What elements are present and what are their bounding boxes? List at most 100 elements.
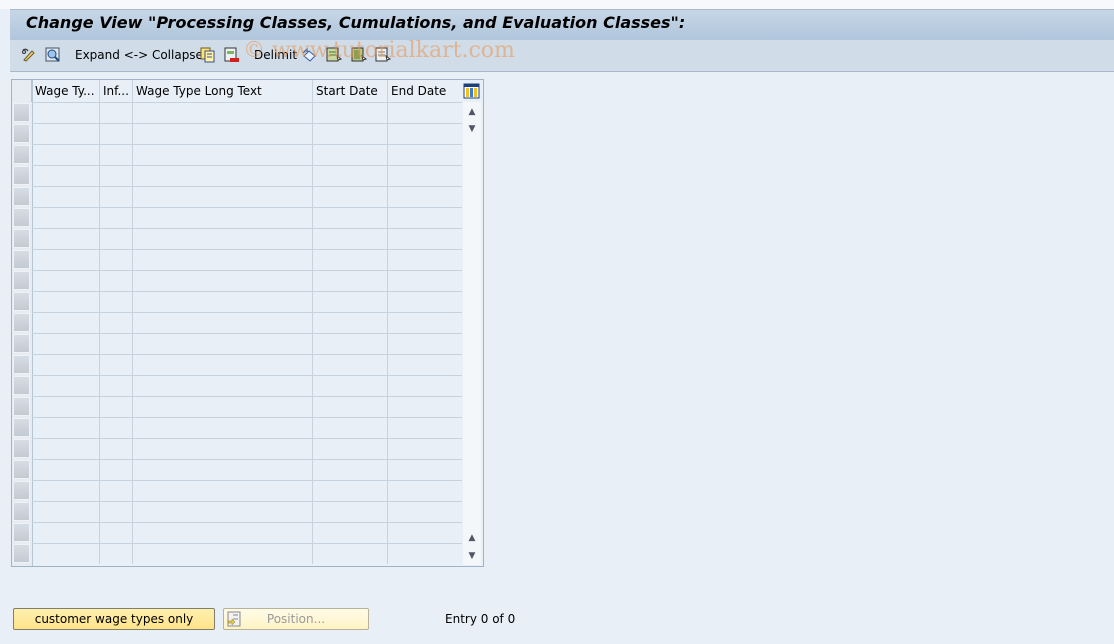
- table-cell[interactable]: [388, 250, 463, 270]
- row-selector[interactable]: [13, 460, 30, 479]
- table-cell[interactable]: [100, 376, 133, 396]
- table-cell[interactable]: [388, 523, 463, 543]
- table-cell[interactable]: [32, 313, 100, 333]
- vertical-scrollbar[interactable]: ▲ ▼ ▲ ▼: [463, 102, 481, 565]
- row-selector[interactable]: [13, 376, 30, 395]
- table-cell[interactable]: [100, 145, 133, 165]
- table-row[interactable]: [32, 165, 462, 186]
- row-selector[interactable]: [13, 229, 30, 248]
- row-selector[interactable]: [13, 208, 30, 227]
- table-cell[interactable]: [133, 124, 313, 144]
- table-cell[interactable]: [313, 418, 388, 438]
- table-cell[interactable]: [133, 334, 313, 354]
- table-cell[interactable]: [388, 124, 463, 144]
- table-cell[interactable]: [32, 418, 100, 438]
- table-cell[interactable]: [313, 271, 388, 291]
- table-cell[interactable]: [133, 208, 313, 228]
- row-selector[interactable]: [13, 271, 30, 290]
- expand-collapse-button[interactable]: Expand <-> Collapse: [75, 46, 203, 64]
- table-row[interactable]: [32, 102, 462, 123]
- table-cell[interactable]: [100, 124, 133, 144]
- table-cell[interactable]: [133, 523, 313, 543]
- table-cell[interactable]: [100, 460, 133, 480]
- table-cell[interactable]: [313, 544, 388, 564]
- row-selector[interactable]: [13, 502, 30, 521]
- column-header-wage-type[interactable]: Wage Ty...: [32, 80, 100, 102]
- table-cell[interactable]: [100, 418, 133, 438]
- deselect-all-button[interactable]: [375, 46, 392, 64]
- table-cell[interactable]: [388, 355, 463, 375]
- delete-button[interactable]: [224, 46, 240, 64]
- table-cell[interactable]: [313, 313, 388, 333]
- scroll-up-button[interactable]: ▲: [464, 104, 480, 120]
- row-selector[interactable]: [13, 355, 30, 374]
- column-configuration-button[interactable]: [463, 83, 480, 99]
- table-cell[interactable]: [133, 544, 313, 564]
- table-cell[interactable]: [100, 313, 133, 333]
- table-row[interactable]: [32, 375, 462, 396]
- table-cell[interactable]: [133, 292, 313, 312]
- table-cell[interactable]: [388, 166, 463, 186]
- table-cell[interactable]: [100, 544, 133, 564]
- table-cell[interactable]: [313, 376, 388, 396]
- table-cell[interactable]: [313, 460, 388, 480]
- table-cell[interactable]: [313, 145, 388, 165]
- table-cell[interactable]: [388, 187, 463, 207]
- table-cell[interactable]: [100, 439, 133, 459]
- table-cell[interactable]: [313, 124, 388, 144]
- table-cell[interactable]: [388, 208, 463, 228]
- table-cell[interactable]: [32, 166, 100, 186]
- table-row[interactable]: [32, 459, 462, 480]
- row-selector[interactable]: [13, 334, 30, 353]
- table-row[interactable]: [32, 438, 462, 459]
- scroll-page-up-button[interactable]: ▲: [464, 530, 480, 546]
- table-cell[interactable]: [388, 418, 463, 438]
- select-all-button[interactable]: [45, 46, 61, 64]
- position-button[interactable]: Position...: [223, 608, 369, 630]
- table-cell[interactable]: [32, 271, 100, 291]
- select-all-corner[interactable]: [12, 80, 32, 102]
- row-selector[interactable]: [13, 292, 30, 311]
- table-row[interactable]: [32, 417, 462, 438]
- table-cell[interactable]: [133, 103, 313, 123]
- table-cell[interactable]: [388, 544, 463, 564]
- row-selector[interactable]: [13, 544, 30, 563]
- row-selector[interactable]: [13, 523, 30, 542]
- table-row[interactable]: [32, 501, 462, 522]
- table-cell[interactable]: [32, 229, 100, 249]
- table-row[interactable]: [32, 123, 462, 144]
- table-cell[interactable]: [313, 292, 388, 312]
- table-cell[interactable]: [133, 229, 313, 249]
- scroll-down-button[interactable]: ▼: [464, 548, 480, 564]
- change-display-button[interactable]: [21, 46, 37, 64]
- table-cell[interactable]: [32, 439, 100, 459]
- table-cell[interactable]: [133, 460, 313, 480]
- row-selector[interactable]: [13, 187, 30, 206]
- table-cell[interactable]: [133, 376, 313, 396]
- row-selector[interactable]: [13, 103, 30, 122]
- table-cell[interactable]: [388, 271, 463, 291]
- table-cell[interactable]: [313, 229, 388, 249]
- table-cell[interactable]: [388, 313, 463, 333]
- table-row[interactable]: [32, 312, 462, 333]
- customer-wage-types-only-button[interactable]: customer wage types only: [13, 608, 215, 630]
- delimit-button[interactable]: Delimit: [254, 46, 297, 64]
- table-cell[interactable]: [32, 460, 100, 480]
- column-header-start-date[interactable]: Start Date: [313, 80, 388, 102]
- undo-change-button[interactable]: [302, 46, 318, 64]
- table-cell[interactable]: [32, 481, 100, 501]
- column-header-end-date[interactable]: End Date: [388, 80, 463, 102]
- table-cell[interactable]: [133, 418, 313, 438]
- table-cell[interactable]: [313, 439, 388, 459]
- table-cell[interactable]: [388, 502, 463, 522]
- select-all-rows-button[interactable]: [326, 46, 343, 64]
- table-row[interactable]: [32, 333, 462, 354]
- select-block-button[interactable]: [351, 46, 368, 64]
- table-cell[interactable]: [388, 460, 463, 480]
- row-selector[interactable]: [13, 397, 30, 416]
- table-cell[interactable]: [100, 103, 133, 123]
- table-cell[interactable]: [313, 187, 388, 207]
- table-cell[interactable]: [313, 355, 388, 375]
- table-cell[interactable]: [32, 502, 100, 522]
- row-selector[interactable]: [13, 418, 30, 437]
